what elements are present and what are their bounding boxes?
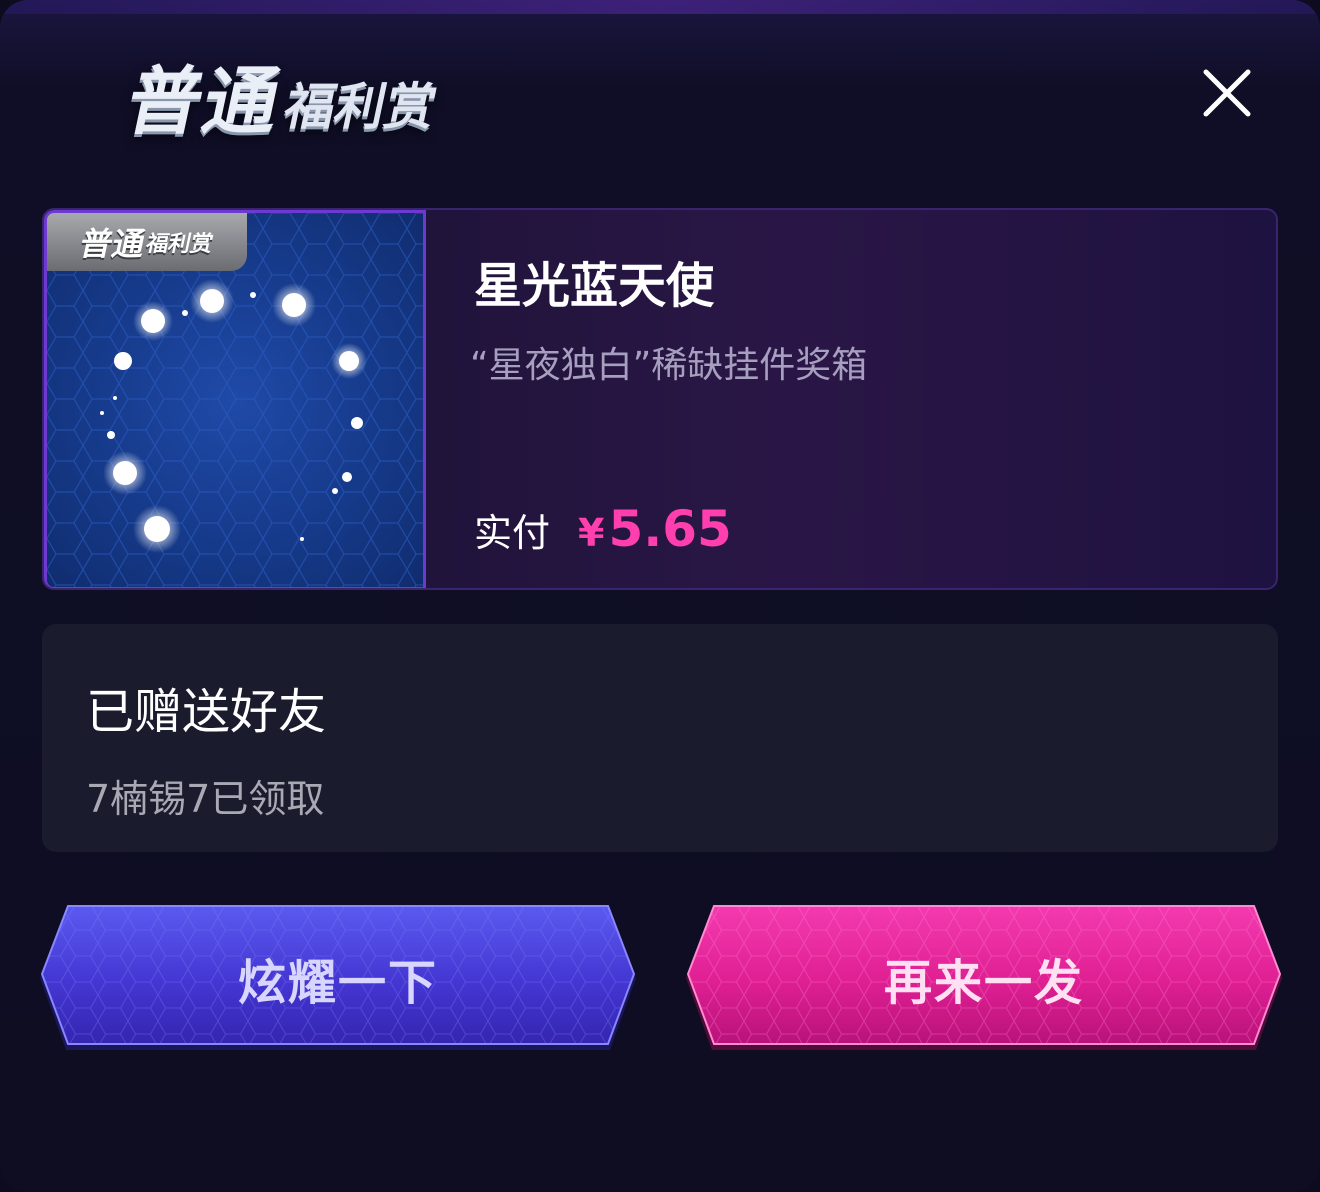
show-off-button[interactable]: 炫耀一下 — [38, 904, 638, 1058]
price-value: 5.65 — [608, 500, 732, 558]
prize-description: “星夜独白”稀缺挂件奖箱 — [470, 345, 868, 386]
draw-again-label: 再来一发 — [883, 955, 1084, 1011]
gift-status-panel: 已赠送好友 7楠锡7已领取 — [42, 624, 1278, 852]
reward-tier-logo: 普通 福利赏 — [118, 40, 449, 150]
prize-thumbnail: 普通 福利赏 — [44, 210, 426, 588]
currency-symbol: ¥ — [578, 511, 605, 555]
prize-card: 普通 福利赏 星光蓝天使 “星夜独白”稀缺挂件奖箱 实付 ¥ 5.65 — [42, 208, 1278, 590]
reward-dialog: 普通 福利赏 普通 福利赏 星光蓝天使 “星夜独白”稀缺挂件奖箱 实付 ¥ 5.… — [0, 0, 1320, 1192]
prize-name: 星光蓝天使 — [474, 258, 715, 314]
price-label: 实付 — [474, 511, 551, 555]
price-row: 实付 ¥ 5.65 — [474, 500, 732, 558]
show-off-label: 炫耀一下 — [237, 955, 438, 1011]
gift-title: 已赠送好友 — [86, 684, 327, 740]
tier-badge-sub: 福利赏 — [143, 232, 216, 257]
gift-claim-status: 7楠锡7已领取 — [86, 777, 325, 821]
draw-again-button[interactable]: 再来一发 — [684, 904, 1284, 1058]
close-icon — [1203, 69, 1251, 117]
logo-sub-text: 福利赏 — [279, 78, 442, 136]
tier-badge-main: 普通 — [76, 225, 149, 263]
close-button[interactable] — [1198, 64, 1256, 122]
tier-badge: 普通 福利赏 — [47, 213, 247, 271]
logo-main-text: 普通 — [119, 59, 290, 145]
